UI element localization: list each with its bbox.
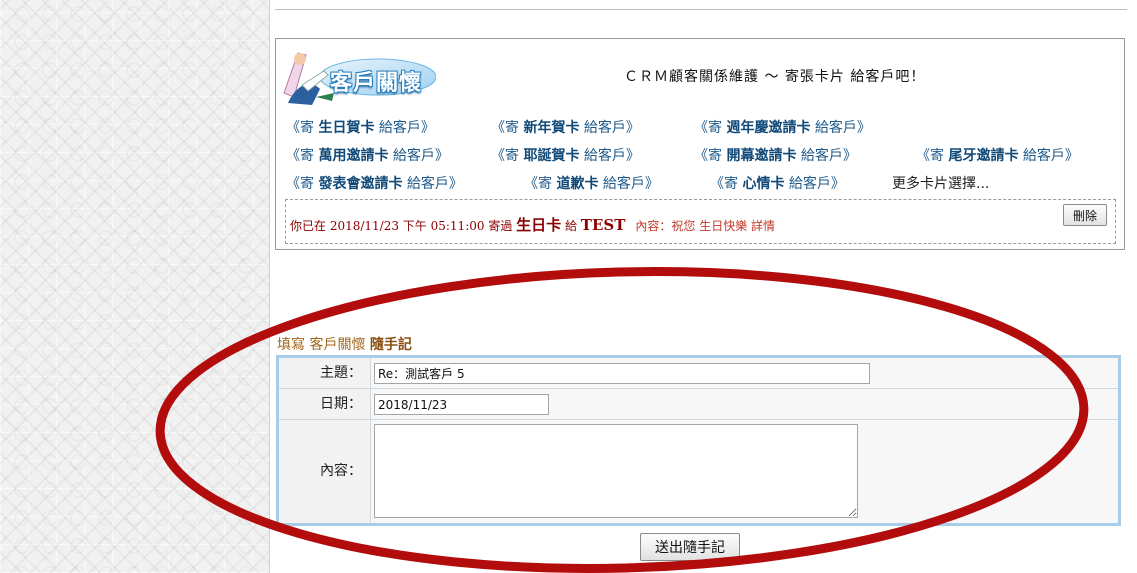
- memo-section-title: 填寫 客戶關懷 隨手記: [277, 334, 412, 354]
- delete-button[interactable]: 刪除: [1063, 204, 1107, 226]
- crm-slogan: ＣＲＭ顧客關係維護 ～ 寄張卡片 給客戶吧！: [624, 69, 926, 85]
- sent-content-text: 祝您 生日快樂: [671, 219, 748, 233]
- sent-to-text: 給: [561, 219, 581, 233]
- content-label: 內容：: [279, 420, 371, 523]
- send-christmas-card-link[interactable]: 《寄 耶誕賀卡 給客戶》: [491, 145, 640, 165]
- sent-recipient: TEST: [580, 216, 626, 234]
- subject-input[interactable]: [374, 363, 870, 384]
- decorative-side-pattern-overlay: [8, 0, 262, 573]
- date-cell: [371, 389, 1118, 419]
- sent-card-type: 生日卡: [516, 216, 562, 234]
- memo-content-row: 內容：: [279, 420, 1118, 523]
- send-birthday-card-link[interactable]: 《寄 生日賀卡 給客戶》: [286, 117, 435, 137]
- memo-title-bold: 隨手記: [369, 337, 412, 353]
- send-general-invite-link[interactable]: 《寄 萬用邀請卡 給客戶》: [286, 145, 449, 165]
- decorative-side-pattern: [0, 0, 270, 573]
- memo-title-prefix: 填寫 客戶關懷: [277, 337, 370, 353]
- sent-detail-link[interactable]: 詳情: [747, 219, 775, 233]
- memo-subject-row: 主題：: [279, 358, 1118, 389]
- subject-cell: [371, 358, 1118, 388]
- send-year-end-invite-link[interactable]: 《寄 尾牙邀請卡 給客戶》: [916, 145, 1079, 165]
- sent-intro-text: 你已在 2018/11/23 下午 05:11:00 寄過: [290, 219, 517, 233]
- sent-card-record: 你已在 2018/11/23 下午 05:11:00 寄過 生日卡 給 TEST…: [285, 199, 1116, 244]
- subject-label: 主題：: [279, 358, 371, 388]
- submit-memo-button[interactable]: 送出隨手記: [640, 533, 740, 561]
- customer-care-logo: 客戶關懷: [280, 45, 437, 107]
- content-cell: [371, 420, 1118, 523]
- send-apology-card-link[interactable]: 《寄 道歉卡 給客戶》: [524, 173, 659, 193]
- send-anniversary-invite-link[interactable]: 《寄 週年慶邀請卡 給客戶》: [694, 117, 871, 137]
- date-input[interactable]: [374, 394, 549, 415]
- sent-content-label: 內容：: [635, 219, 672, 233]
- send-new-year-card-link[interactable]: 《寄 新年賀卡 給客戶》: [491, 117, 640, 137]
- top-divider: [275, 9, 1127, 10]
- crm-card-panel: 客戶關懷 ＣＲＭ顧客關係維護 ～ 寄張卡片 給客戶吧！ 《寄 生日賀卡 給客戶》…: [275, 38, 1125, 250]
- send-mood-card-link[interactable]: 《寄 心情卡 給客戶》: [710, 173, 845, 193]
- memo-form: 主題： 日期： 內容：: [276, 355, 1121, 526]
- send-launch-invite-link[interactable]: 《寄 發表會邀請卡 給客戶》: [286, 173, 463, 193]
- date-label: 日期：: [279, 389, 371, 419]
- sent-card-line: 你已在 2018/11/23 下午 05:11:00 寄過 生日卡 給 TEST…: [290, 214, 775, 235]
- send-opening-invite-link[interactable]: 《寄 開幕邀請卡 給客戶》: [694, 145, 857, 165]
- content-textarea[interactable]: [374, 424, 858, 518]
- logo-text: 客戶關懷: [330, 71, 423, 96]
- memo-date-row: 日期：: [279, 389, 1118, 420]
- more-cards-link[interactable]: 更多卡片選擇...: [892, 173, 989, 193]
